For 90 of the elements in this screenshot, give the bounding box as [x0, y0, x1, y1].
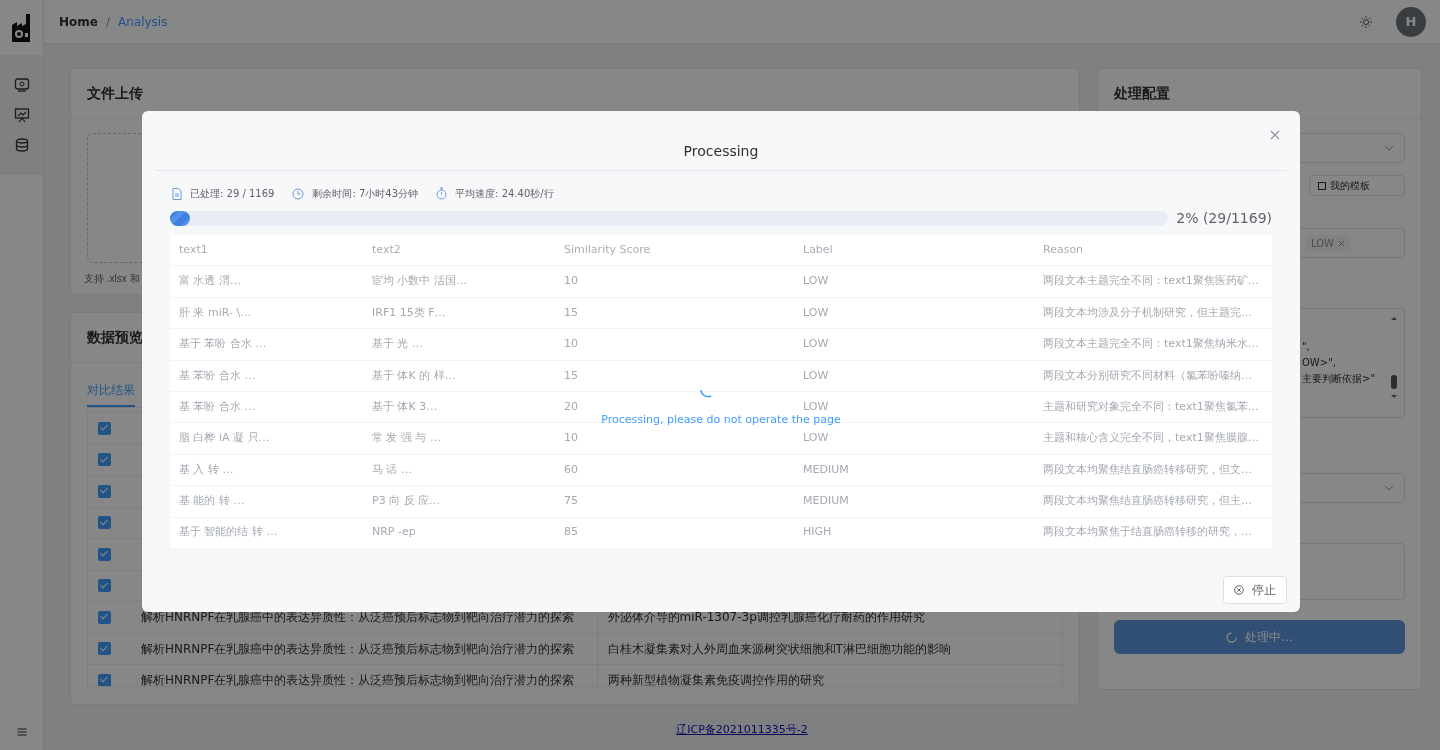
factory-logo-icon[interactable]: [10, 12, 33, 43]
table-cell: 10: [564, 337, 578, 351]
sun-icon[interactable]: [1360, 15, 1372, 28]
table-cell: 基 苯吩 合水 …: [179, 368, 256, 382]
row-checkbox[interactable]: [98, 484, 111, 498]
icp-link[interactable]: 辽ICP备2021011335号-2: [676, 723, 808, 736]
table-cell: P3 向 反 应…: [372, 494, 441, 508]
template-button[interactable]: 我的模板: [1309, 175, 1405, 196]
table-cell: 两段文本主题完全不同：text1聚焦医药矿…: [1043, 274, 1259, 288]
row-checkbox[interactable]: [98, 547, 111, 561]
row-checkbox[interactable]: [98, 673, 111, 686]
table-cell: LOW: [803, 399, 829, 413]
table-cell: 两段文本分别研究不同材料（氯苯吩嗪纳…: [1043, 368, 1252, 382]
table-cell: 脂 白桦 iA 凝 只…: [179, 431, 270, 445]
table-cell: 75: [564, 494, 578, 508]
table-cell: 主题和研究对象完全不同：text1聚焦氯苯…: [1043, 399, 1259, 413]
table-cell: 20: [564, 399, 578, 413]
user-avatar[interactable]: H: [1396, 6, 1426, 37]
table-cell: 60: [564, 462, 578, 476]
table-cell: 基于 体K 3…: [372, 399, 438, 413]
chevron-down-icon: [1384, 485, 1394, 491]
table-cell: 基 能的 转 …: [179, 494, 245, 508]
progress-reading: 2% (29/1169): [1175, 209, 1272, 228]
dialog-title: Processing: [155, 111, 1287, 171]
column-header: text1: [179, 242, 208, 256]
menu-icon[interactable]: [15, 726, 28, 738]
table-cell: MEDIUM: [803, 462, 849, 476]
chat-screen-icon[interactable]: [13, 77, 30, 93]
stat-text: 已处理: 29 / 1169: [190, 187, 275, 201]
table-cell: 两段文本均聚焦于结直肠癌转移的研究，…: [1043, 525, 1252, 539]
table-cell: 两段文本均聚焦结直肠癌转移研究，但文…: [1043, 462, 1252, 476]
stat-text: 剩余时间: 7小时43分钟: [312, 187, 419, 201]
loading-icon: [1226, 631, 1238, 643]
row-checkbox[interactable]: [98, 453, 111, 467]
breadcrumb-item[interactable]: Home: [59, 12, 98, 31]
row-checkbox[interactable]: [98, 516, 111, 530]
table-cell-text: 解析HNRNPF在乳腺癌中的表达异质性：从泛癌预后标志物到靶向治疗潜力的探索: [141, 672, 575, 686]
row-checkbox[interactable]: [98, 642, 111, 656]
clock-icon: [292, 187, 305, 200]
loading-message: Processing, please do not operate the page: [601, 413, 841, 426]
breadcrumb-item: Analysis: [118, 13, 168, 31]
chevron-down-icon: [1384, 145, 1394, 151]
table-cell: 10: [564, 274, 578, 288]
stop-circle-icon: [1234, 585, 1244, 595]
table-cell: 主题和核心含义完全不同，text1聚焦膜腺…: [1043, 431, 1259, 445]
close-icon[interactable]: [1338, 239, 1345, 247]
close-icon[interactable]: [1270, 129, 1280, 140]
column-header: Reason: [1043, 242, 1084, 256]
table-cell: 基 入 转 …: [179, 462, 234, 476]
table-cell: LOW: [803, 337, 829, 351]
table-cell: LOW: [803, 368, 829, 382]
table-cell-text: 解析HNRNPF在乳腺癌中的表达异质性：从泛癌预后标志物到靶向治疗潜力的探索: [141, 609, 575, 627]
table-cell: 15: [564, 368, 578, 382]
table-cell: 宦均 小数中 活国…: [372, 274, 467, 288]
table-cell: 两种新型植物凝集素免疫调控作用的研究: [607, 673, 824, 686]
row-checkbox[interactable]: [98, 421, 111, 435]
table-cell: HIGH: [803, 525, 832, 539]
breadcrumb-separator: /: [105, 13, 110, 31]
row-checkbox[interactable]: [98, 610, 111, 624]
table-cell: LOW: [803, 274, 829, 288]
database-icon[interactable]: [13, 137, 30, 153]
presentation-board-icon[interactable]: [13, 107, 30, 123]
table-cell: 基于 苯吩 合水 …: [179, 337, 267, 351]
column-header: Similarity Score: [564, 242, 651, 256]
column-header: Label: [803, 242, 833, 256]
table-cell: 两段文本均聚焦结直肠癌转移研究，但主…: [1043, 494, 1252, 508]
row-checkbox[interactable]: [98, 579, 111, 593]
table-cell: 基于 光 …: [372, 337, 423, 351]
table-cell: LOW: [803, 431, 829, 445]
table-cell: 基于 智能的结 转 …: [179, 525, 278, 539]
stat-text: 平均速度: 24.40秒/行: [455, 187, 554, 201]
table-cell: 10: [564, 431, 578, 445]
stop-button[interactable]: 停止: [1223, 576, 1287, 604]
table-cell-text: 解析HNRNPF在乳腺癌中的表达异质性：从泛癌预后标志物到靶向治疗潜力的探索: [141, 640, 575, 658]
table-cell: 基于 体K 的 样…: [372, 368, 456, 382]
prompt-text: ", OW>", 主要判断依据>": [1302, 340, 1376, 386]
table-cell: 白桂木凝集素对人外周血来源树突状细胞和T淋巴细胞功能的影响: [607, 641, 951, 656]
table-cell: 富 水透 渭…: [179, 274, 241, 288]
table-cell: 基 苯吩 合水 …: [179, 399, 256, 413]
table-cell: 85: [564, 525, 578, 539]
table-cell: 常 发 强 与 …: [372, 431, 441, 445]
stopwatch-icon: [436, 187, 448, 200]
table-cell: 马 话 …: [372, 462, 412, 476]
document-icon: [172, 187, 182, 200]
table-cell: NRP -ep: [372, 525, 416, 539]
tab[interactable]: 对比结果: [87, 375, 135, 407]
column-header: text2: [372, 242, 401, 256]
table-cell: MEDIUM: [803, 494, 849, 508]
upload-hint: 支持 .xlsx 和: [84, 273, 140, 284]
square-icon: [1318, 181, 1326, 190]
